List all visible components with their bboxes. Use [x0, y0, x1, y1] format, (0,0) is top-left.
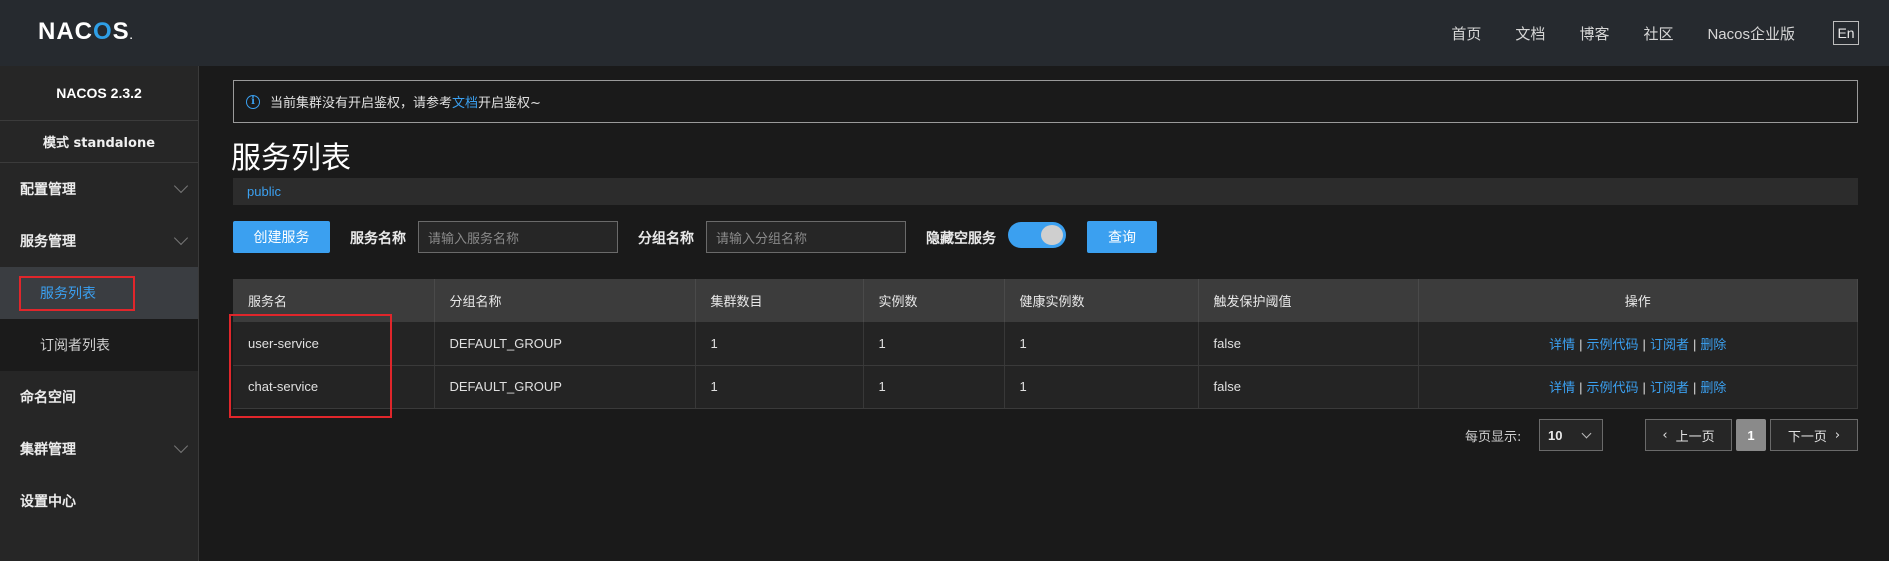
sidebar: NACOS 2.3.2 模式 standalone 配置管理 服务管理 服务列表… — [0, 66, 199, 561]
nav-docs[interactable]: 文档 — [1515, 23, 1545, 44]
delete-link[interactable]: 删除 — [1700, 380, 1726, 395]
sidebar-item-namespace[interactable]: 命名空间 — [0, 371, 198, 423]
highlight-box — [19, 276, 135, 311]
detail-link[interactable]: 详情 — [1549, 337, 1575, 352]
chevron-down-icon — [173, 230, 189, 246]
cell-actions: 详情 | 示例代码 | 订阅者 | 删除 — [1418, 322, 1858, 366]
auth-notice: i 当前集群没有开启鉴权，请参考 文档 开启鉴权~ — [233, 80, 1858, 123]
info-icon: i — [246, 94, 260, 109]
next-page-button[interactable]: 下一页 › — [1770, 419, 1858, 451]
namespace-bar: public — [233, 178, 1858, 205]
nacos-logo[interactable]: NACOS. — [38, 18, 133, 46]
group-name-label: 分组名称 — [638, 231, 694, 247]
cell-actions: 详情 | 示例代码 | 订阅者 | 删除 — [1418, 365, 1858, 409]
sidebar-item-label: 订阅者列表 — [40, 338, 110, 354]
namespace-public[interactable]: public — [247, 184, 281, 199]
cell-group: DEFAULT_GROUP — [434, 365, 696, 409]
chevron-right-icon: › — [1834, 427, 1841, 443]
cell-threshold: false — [1198, 365, 1419, 409]
prev-page-button[interactable]: ‹ 上一页 — [1645, 419, 1732, 451]
toggle-knob — [1041, 225, 1063, 245]
sidebar-item-cluster[interactable]: 集群管理 — [0, 423, 198, 475]
nav-enterprise[interactable]: Nacos企业版 — [1707, 23, 1795, 44]
query-button[interactable]: 查询 — [1087, 221, 1157, 253]
op-separator: | — [1642, 336, 1646, 352]
table-row: chat-service DEFAULT_GROUP 1 1 1 false 详… — [233, 365, 1858, 409]
highlight-box — [229, 314, 392, 418]
sidebar-item-label: 配置管理 — [20, 182, 76, 198]
page-size-select[interactable]: 10 — [1539, 419, 1603, 451]
nav-blog[interactable]: 博客 — [1579, 23, 1609, 44]
cell-healthy: 1 — [1004, 322, 1199, 366]
hide-empty-toggle[interactable] — [1008, 222, 1066, 248]
mode-label: 模式 standalone — [0, 121, 198, 163]
top-bar: NACOS. 首页 文档 博客 社区 Nacos企业版 En — [0, 0, 1889, 66]
op-separator: | — [1692, 380, 1697, 395]
op-separator: | — [1579, 336, 1583, 352]
sample-code-link[interactable]: 示例代码 — [1587, 380, 1639, 395]
hide-empty-label: 隐藏空服务 — [926, 231, 996, 247]
sidebar-item-label: 设置中心 — [20, 494, 76, 510]
cell-threshold: false — [1198, 322, 1419, 366]
chevron-down-icon — [1581, 428, 1592, 439]
logo-dot: . — [129, 31, 134, 42]
col-threshold: 触发保护阈值 — [1198, 279, 1419, 322]
notice-text: 当前集群没有开启鉴权，请参考 — [270, 96, 453, 111]
page-title: 服务列表 — [231, 141, 351, 176]
chevron-left-icon: ‹ — [1662, 427, 1668, 443]
col-cluster-count: 集群数目 — [695, 279, 864, 322]
logo-text-1: NAC — [38, 18, 93, 45]
op-separator: | — [1579, 380, 1583, 395]
chevron-down-icon — [173, 438, 189, 454]
next-page-label: 下一页 — [1787, 429, 1827, 445]
chevron-down-icon — [173, 178, 189, 194]
service-name-input[interactable]: 请输入服务名称 — [418, 221, 618, 253]
language-toggle[interactable]: En — [1833, 21, 1859, 45]
service-table: 服务名 分组名称 集群数目 实例数 健康实例数 触发保护阈值 操作 user-s… — [233, 279, 1858, 409]
create-service-button[interactable]: 创建服务 — [233, 221, 330, 253]
delete-link[interactable]: 删除 — [1700, 337, 1726, 352]
sidebar-item-subscribers[interactable]: 订阅者列表 — [0, 319, 198, 371]
cell-clusters: 1 — [695, 322, 864, 366]
cell-healthy: 1 — [1004, 365, 1199, 409]
col-actions: 操作 — [1418, 279, 1858, 322]
top-nav: 首页 文档 博客 社区 Nacos企业版 En — [1417, 0, 1859, 66]
sidebar-item-label: 集群管理 — [20, 442, 76, 458]
prev-page-label: 上一页 — [1675, 429, 1715, 445]
group-name-input[interactable]: 请输入分组名称 — [706, 221, 906, 253]
page-size-label: 每页显示: — [1465, 430, 1522, 445]
current-page[interactable]: 1 — [1736, 419, 1766, 451]
sample-code-link[interactable]: 示例代码 — [1587, 337, 1639, 352]
notice-docs-link[interactable]: 文档 — [452, 92, 478, 111]
col-group-name: 分组名称 — [434, 279, 696, 322]
sidebar-item-service[interactable]: 服务管理 — [0, 215, 198, 267]
sidebar-item-label: 服务管理 — [20, 234, 76, 250]
table-header-row: 服务名 分组名称 集群数目 实例数 健康实例数 触发保护阈值 操作 — [233, 279, 1858, 322]
version-label: NACOS 2.3.2 — [0, 66, 198, 121]
cell-instances: 1 — [863, 365, 1005, 409]
sidebar-item-settings[interactable]: 设置中心 — [0, 475, 198, 527]
op-separator: | — [1692, 336, 1697, 352]
sidebar-item-config[interactable]: 配置管理 — [0, 163, 198, 215]
nav-community[interactable]: 社区 — [1643, 23, 1673, 44]
cell-group: DEFAULT_GROUP — [434, 322, 696, 366]
sidebar-item-label: 命名空间 — [20, 390, 76, 406]
service-name-label: 服务名称 — [350, 231, 406, 247]
logo-text-o: O — [93, 18, 113, 45]
cell-instances: 1 — [863, 322, 1005, 366]
nav-home[interactable]: 首页 — [1451, 23, 1481, 44]
notice-text-2: 开启鉴权~ — [478, 96, 541, 111]
detail-link[interactable]: 详情 — [1549, 380, 1575, 395]
op-separator: | — [1642, 380, 1646, 395]
sidebar-item-service-list[interactable]: 服务列表 — [0, 267, 198, 319]
subscribers-link[interactable]: 订阅者 — [1650, 380, 1689, 395]
col-instance-count: 实例数 — [863, 279, 1005, 322]
page-size-value: 10 — [1548, 427, 1563, 443]
logo-text-2: S — [112, 18, 130, 45]
col-healthy-count: 健康实例数 — [1004, 279, 1199, 322]
subscribers-link[interactable]: 订阅者 — [1650, 337, 1689, 352]
cell-clusters: 1 — [695, 365, 864, 409]
table-row: user-service DEFAULT_GROUP 1 1 1 false 详… — [233, 322, 1858, 366]
